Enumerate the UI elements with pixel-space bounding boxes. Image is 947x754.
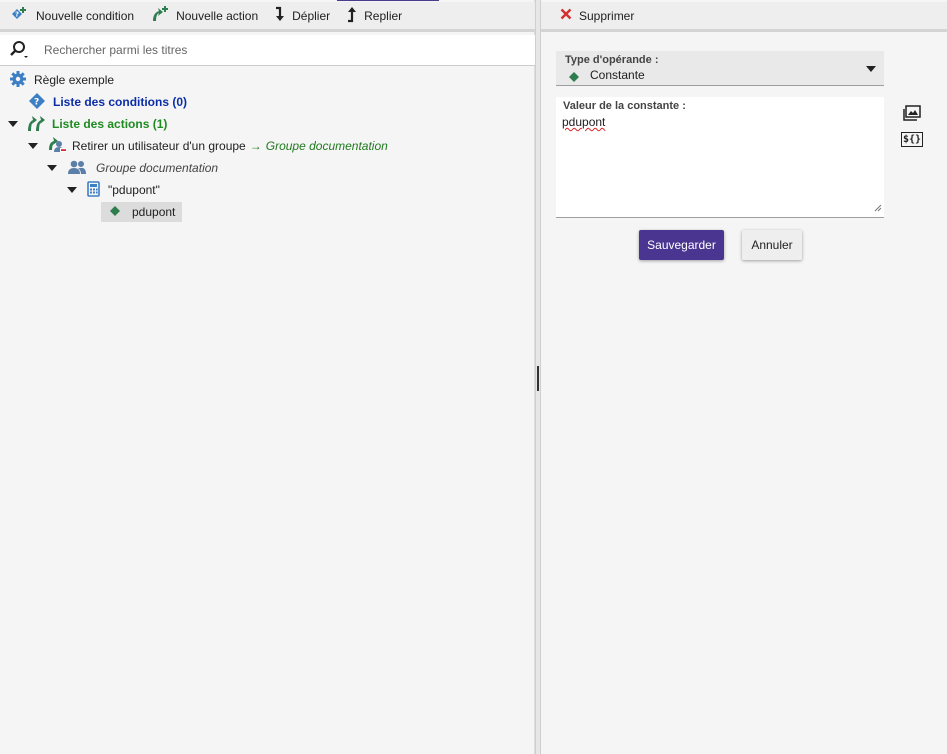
users-group-icon [67, 158, 87, 179]
svg-text:?: ? [34, 97, 39, 107]
image-icon[interactable] [902, 104, 922, 122]
editor-toolbar: Supprimer [541, 2, 947, 32]
title-search-bar [0, 35, 535, 66]
delete-label: Supprimer [579, 8, 635, 23]
action-add-icon [150, 5, 176, 26]
search-icon[interactable] [0, 39, 29, 62]
conditions-label: Liste des conditions (0) [53, 95, 188, 109]
expand-all-button[interactable]: Déplier [264, 2, 336, 30]
resize-handle-icon[interactable] [874, 201, 882, 215]
action-label: Retirer un utilisateur d'un groupe [72, 139, 246, 153]
new-condition-button[interactable]: ? Nouvelle condition [0, 2, 140, 30]
operand-editor-pane: Supprimer Type d'opérande : Constante Va… [541, 0, 947, 754]
svg-text:?: ? [15, 11, 19, 19]
rule-title: Règle exemple [34, 73, 115, 87]
expand-label: Déplier [292, 8, 331, 23]
field-side-icons: ${} [900, 104, 924, 156]
constant-value-field[interactable]: Valeur de la constante : pdupont [556, 97, 884, 218]
dropdown-arrow-icon [866, 66, 876, 72]
calculator-icon [87, 180, 101, 200]
splitter-grip[interactable] [537, 366, 539, 391]
expanded-caret-icon[interactable] [67, 187, 77, 193]
constant-value-text[interactable]: pdupont [562, 115, 605, 129]
new-action-button[interactable]: Nouvelle action [140, 2, 264, 30]
delete-button[interactable]: Supprimer [541, 8, 634, 23]
actions-icon [27, 114, 45, 135]
tree-node-actions[interactable]: Liste des actions (1) [8, 114, 167, 134]
tree-node-group[interactable]: Groupe documentation [47, 158, 218, 178]
app-root: ? Nouvelle condition Nouvelle action Dép… [0, 0, 947, 754]
close-icon [560, 8, 572, 23]
expanded-caret-icon[interactable] [47, 165, 57, 171]
constant-value-label: Valeur de la constante : [563, 100, 686, 112]
tree-toolbar: ? Nouvelle condition Nouvelle action Dép… [0, 2, 535, 32]
new-condition-label: Nouvelle condition [36, 8, 135, 23]
cancel-button[interactable]: Annuler [742, 230, 802, 260]
search-input[interactable] [44, 43, 514, 57]
expand-arrow-icon [274, 5, 292, 26]
condition-add-icon: ? [10, 5, 36, 26]
constant-diamond-icon [569, 71, 579, 85]
constant-diamond-icon [110, 205, 120, 219]
tree-node-conditions[interactable]: ? Liste des conditions (0) [28, 92, 187, 112]
save-button[interactable]: Sauvegarder [639, 230, 724, 260]
action-target: Groupe documentation [265, 139, 388, 153]
condition-icon: ? [28, 92, 46, 113]
actions-label: Liste des actions (1) [52, 117, 168, 131]
tree-node-rule[interactable]: Règle exemple [9, 70, 114, 90]
group-label: Groupe documentation [96, 161, 219, 175]
variable-icon[interactable]: ${} [900, 130, 924, 148]
tree-node-formula[interactable]: "pdupont" [67, 180, 160, 200]
collapse-arrow-icon [346, 5, 364, 26]
variable-icon-text: ${} [900, 131, 924, 147]
expanded-caret-icon[interactable] [8, 121, 18, 127]
collapse-label: Replier [364, 8, 403, 23]
tree-node-constant[interactable]: pdupont [101, 202, 182, 222]
operand-type-label: Type d'opérande : [565, 54, 659, 66]
gear-icon [9, 70, 27, 91]
new-action-label: Nouvelle action [176, 8, 259, 23]
action-arrow: → [249, 139, 262, 153]
operand-type-select[interactable]: Type d'opérande : Constante [556, 51, 884, 86]
collapse-all-button[interactable]: Replier [336, 2, 408, 30]
expanded-caret-icon[interactable] [28, 143, 38, 149]
remove-user-icon [48, 136, 68, 157]
operand-type-value: Constante [590, 68, 645, 82]
constant-label: pdupont [132, 205, 176, 219]
tree-node-action-remove-user[interactable]: Retirer un utilisateur d'un groupe → Gro… [28, 136, 388, 156]
formula-label: "pdupont" [108, 183, 160, 197]
rule-tree-pane: ? Nouvelle condition Nouvelle action Dép… [0, 0, 535, 754]
